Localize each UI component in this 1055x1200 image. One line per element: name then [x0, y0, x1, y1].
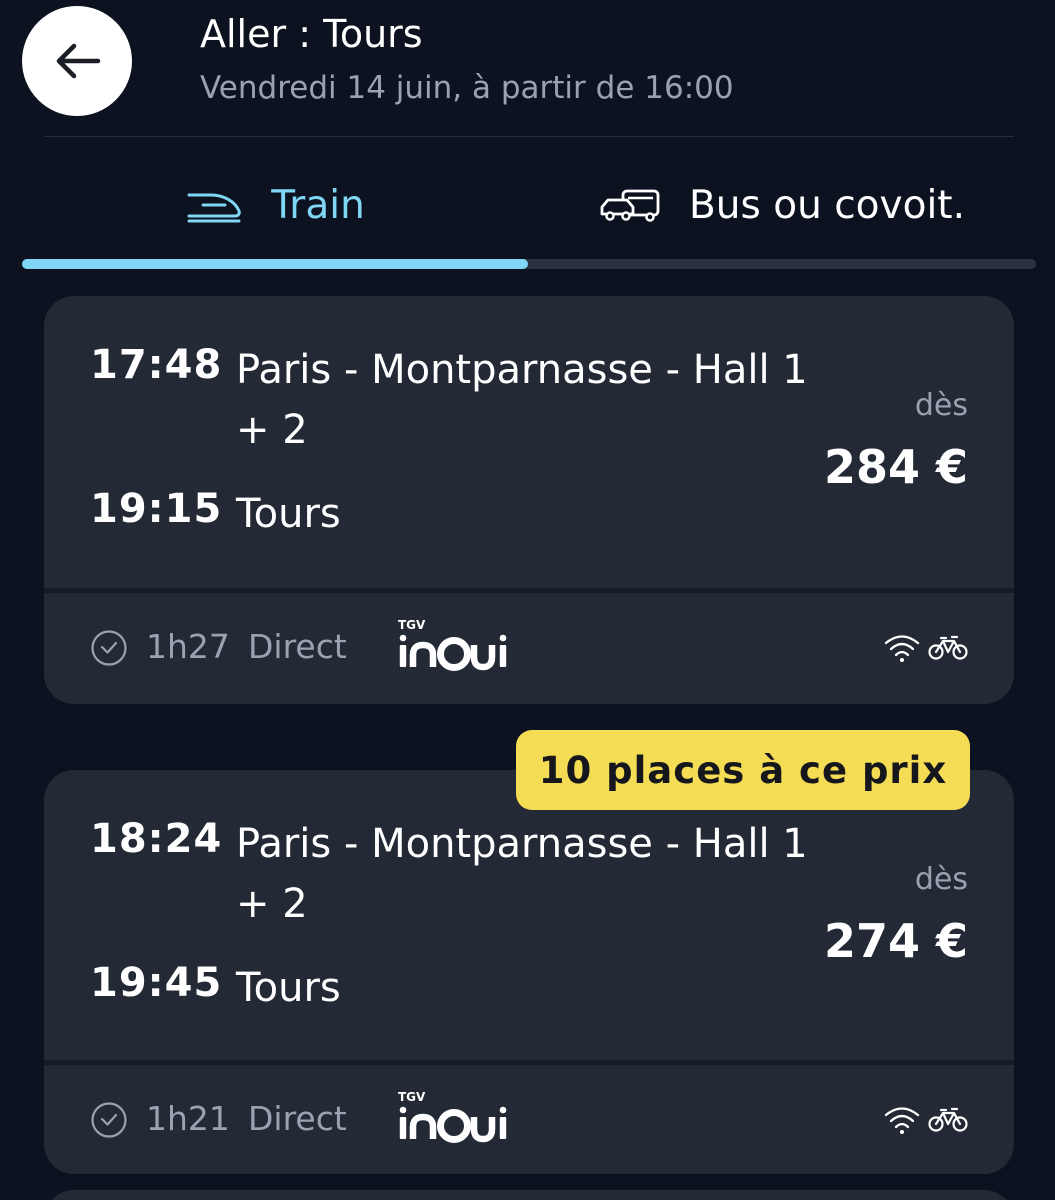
train-icon — [187, 193, 241, 223]
departure-station: Paris - Montparnasse - Hall 1 — [236, 821, 808, 867]
wifi-icon — [884, 635, 920, 662]
arrival-station: Tours — [236, 965, 341, 1011]
duration: 1h21 — [146, 1099, 230, 1138]
availability-badge: 10 places à ce prix — [516, 730, 970, 810]
journey-card-footer: 1h27 Direct TGV — [44, 593, 1014, 704]
arrival-time: 19:15 — [90, 486, 223, 532]
departure-time: 17:48 — [90, 342, 223, 388]
bike-icon — [928, 1107, 968, 1132]
journey-card[interactable]: 17:48 Paris - Montparnasse - Hall 1 + 2 … — [44, 296, 1014, 704]
tab-bus-label: Bus ou covoit. — [689, 182, 965, 228]
departure-station-extra: + 2 — [236, 407, 308, 453]
back-button[interactable] — [22, 6, 132, 116]
arrow-left-icon — [56, 43, 101, 79]
brand-small-label: TGV — [398, 1090, 426, 1104]
search-results-screen: Aller : Tours Vendredi 14 juin, à partir… — [0, 0, 1055, 1200]
clock-icon — [91, 1102, 127, 1138]
tab-active-indicator — [22, 259, 528, 269]
wifi-icon — [884, 1107, 920, 1134]
page-subtitle: Vendredi 14 juin, à partir de 16:00 — [200, 70, 734, 106]
brand-small-label: TGV — [398, 618, 426, 632]
departure-station: Paris - Montparnasse - Hall 1 — [236, 347, 808, 393]
journey-card-main: 17:48 Paris - Montparnasse - Hall 1 + 2 … — [44, 296, 1014, 588]
header-divider — [44, 136, 1014, 137]
price-prefix: dès — [914, 388, 968, 423]
tab-track — [22, 259, 1036, 269]
clock-icon — [91, 630, 127, 666]
journey-card-footer: 1h21 Direct TGV — [44, 1065, 1014, 1174]
tab-train-label: Train — [271, 182, 365, 228]
inoui-logo: TGV — [398, 1090, 507, 1143]
journey-type: Direct — [248, 1099, 347, 1138]
arrival-time: 19:45 — [90, 960, 223, 1006]
price-prefix: dès — [914, 862, 968, 897]
journey-card[interactable]: 18:24 Paris - Montparnasse - Hall 1 + 2 … — [44, 770, 1014, 1174]
departure-station-extra: + 2 — [236, 881, 308, 927]
page-title: Aller : Tours — [200, 12, 423, 56]
bus-car-icon — [600, 189, 660, 222]
tab-bus-covoit[interactable]: Bus ou covoit. — [528, 160, 1036, 250]
journey-card-peek[interactable] — [44, 1190, 1014, 1200]
price: 284 € — [823, 440, 968, 494]
journey-type: Direct — [248, 627, 347, 666]
journey-card-main: 18:24 Paris - Montparnasse - Hall 1 + 2 … — [44, 770, 1014, 1060]
bike-icon — [928, 635, 968, 660]
duration: 1h27 — [146, 627, 230, 666]
inoui-logo: TGV — [398, 618, 507, 671]
price: 274 € — [823, 914, 968, 968]
arrival-station: Tours — [236, 491, 341, 537]
departure-time: 18:24 — [90, 816, 223, 862]
tab-train[interactable]: Train — [22, 160, 528, 250]
